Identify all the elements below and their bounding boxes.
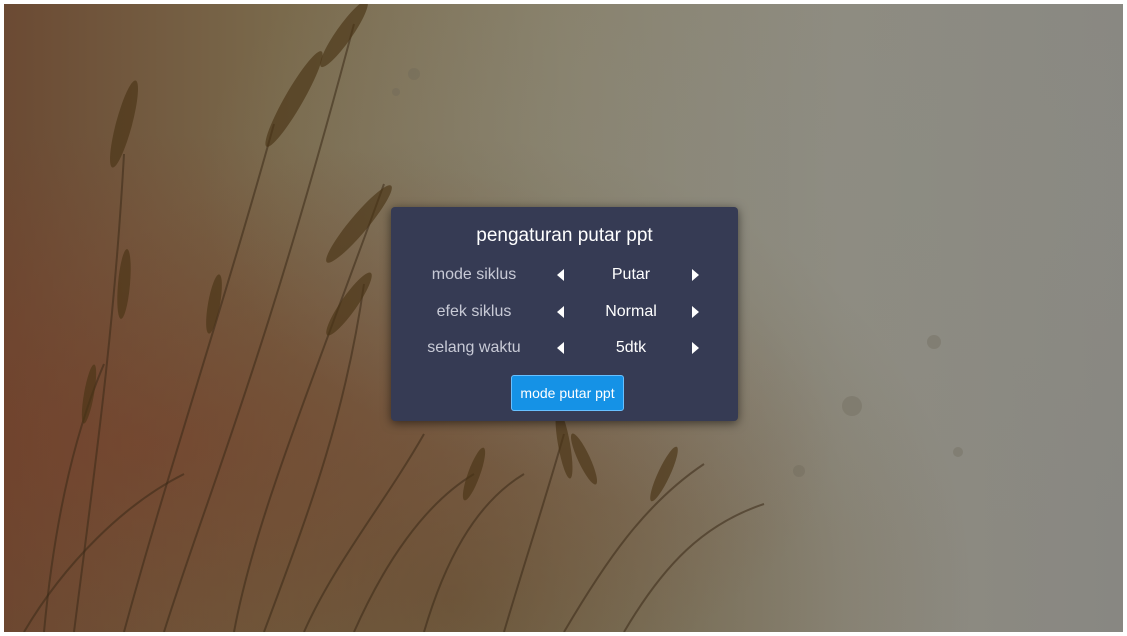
caret-left-icon[interactable]	[551, 338, 571, 358]
interval-label: selang waktu	[427, 339, 521, 356]
dialog-title: pengaturan putar ppt	[476, 225, 653, 246]
caret-left-icon[interactable]	[551, 265, 571, 285]
cycle-effect-label: efek siklus	[436, 303, 512, 320]
cycle-mode-label: mode siklus	[431, 266, 517, 283]
presentation-screen: pengaturan putar ppt mode siklus Putar e…	[4, 4, 1123, 632]
interval-value: 5dtk	[615, 339, 647, 356]
caret-left-icon[interactable]	[551, 302, 571, 322]
cycle-effect-value: Normal	[605, 303, 657, 320]
cycle-mode-value: Putar	[611, 266, 651, 283]
caret-right-icon[interactable]	[685, 302, 705, 322]
ppt-play-settings-dialog: pengaturan putar ppt mode siklus Putar e…	[391, 207, 738, 421]
setting-row-cycle-effect: efek siklus Normal	[391, 300, 738, 324]
setting-row-interval: selang waktu 5dtk	[391, 336, 738, 360]
caret-right-icon[interactable]	[685, 338, 705, 358]
caret-right-icon[interactable]	[685, 265, 705, 285]
play-mode-button[interactable]: mode putar ppt	[511, 375, 624, 411]
setting-row-cycle-mode: mode siklus Putar	[391, 263, 738, 287]
